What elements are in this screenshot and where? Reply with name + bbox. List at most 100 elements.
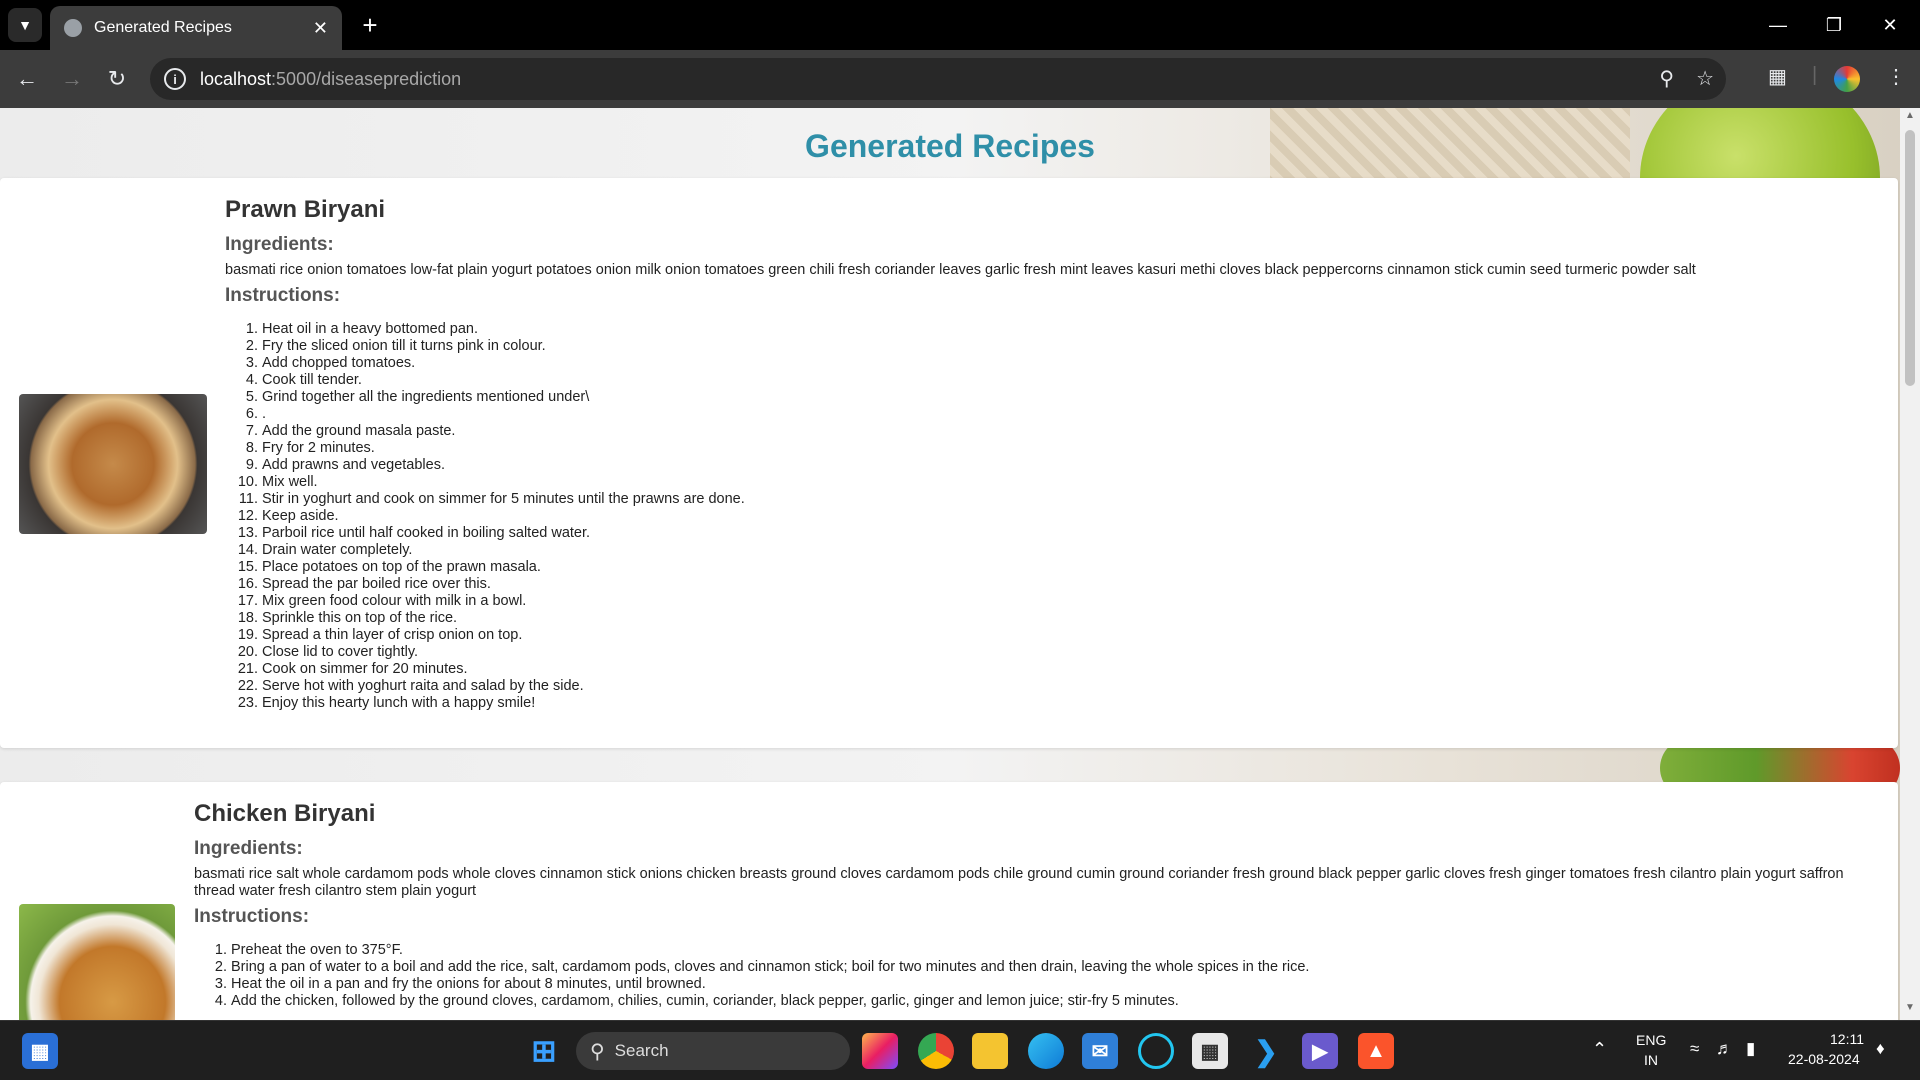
instruction-step: Enjoy this hearty lunch with a happy smi…: [262, 695, 1858, 712]
recipe-card: Prawn Biryani Ingredients: basmati rice …: [0, 178, 1898, 748]
page-scrollbar[interactable]: ▲ ▼: [1900, 108, 1920, 1020]
recipe-name: Prawn Biryani: [225, 196, 386, 223]
url-host: localhost: [200, 68, 272, 89]
more-menu-icon[interactable]: ⋮: [1886, 64, 1906, 89]
scrollbar-thumb[interactable]: [1905, 130, 1915, 386]
restore-button[interactable]: ❐: [1806, 0, 1862, 50]
wifi-icon[interactable]: ≈: [1690, 1039, 1699, 1059]
instruction-step: Spread the par boiled rice over this.: [262, 576, 1858, 593]
instruction-step: Serve hot with yoghurt raita and salad b…: [262, 678, 1858, 695]
ingredients-text: basmati rice onion tomatoes low-fat plai…: [225, 262, 1696, 278]
instruction-step: Place potatoes on top of the prawn masal…: [262, 559, 1858, 576]
instruction-step: Cook till tender.: [262, 372, 1858, 389]
instruction-step: Heat the oil in a pan and fry the onions…: [231, 976, 1858, 993]
zoom-icon[interactable]: ⚲: [1659, 66, 1674, 91]
store-icon[interactable]: ▦: [1192, 1033, 1228, 1069]
recipe-image: [19, 904, 175, 1020]
vscode-icon[interactable]: ❯: [1248, 1033, 1284, 1069]
copilot-icon[interactable]: [862, 1033, 898, 1069]
arrow-left-icon: ←: [16, 66, 38, 91]
globe-icon: [64, 19, 82, 37]
recipe-card: Chicken Biryani Ingredients: basmati ric…: [0, 782, 1898, 1020]
active-tab[interactable]: Generated Recipes ✕: [50, 6, 342, 50]
page-title: Generated Recipes: [805, 128, 1095, 164]
instruction-step: Add prawns and vegetables.: [262, 457, 1858, 474]
search-icon: ⚲: [590, 1040, 605, 1063]
clock-date[interactable]: 22-08-2024: [1788, 1051, 1860, 1067]
new-tab-button[interactable]: +: [354, 10, 386, 42]
instructions-heading: Instructions:: [194, 906, 310, 927]
notification-bell-icon[interactable]: ♦: [1876, 1039, 1885, 1059]
chevron-down-icon: ▼: [18, 17, 32, 33]
instruction-step: Cook on simmer for 20 minutes.: [262, 661, 1858, 678]
instruction-step: Add chopped tomatoes.: [262, 355, 1858, 372]
start-icon[interactable]: ⊞: [526, 1033, 562, 1069]
recipe-name: Chicken Biryani: [194, 800, 376, 827]
scroll-down-icon[interactable]: ▼: [1900, 1002, 1920, 1018]
instruction-step: Mix green food colour with milk in a bow…: [262, 593, 1858, 610]
browser-toolbar: ← → ↻ i localhost:5000/diseaseprediction…: [0, 50, 1920, 108]
url-path: :5000/diseaseprediction: [271, 68, 462, 89]
profile-avatar[interactable]: [1834, 66, 1860, 92]
power-automate-icon[interactable]: ▶: [1302, 1033, 1338, 1069]
cortana-icon[interactable]: [1138, 1033, 1174, 1069]
clock-time[interactable]: 12:11: [1830, 1031, 1864, 1047]
forward-button[interactable]: →: [55, 62, 89, 96]
instructions-heading: Instructions:: [225, 285, 341, 306]
address-bar[interactable]: i localhost:5000/diseaseprediction ⚲ ☆: [150, 58, 1726, 100]
scroll-up-icon[interactable]: ▲: [1900, 110, 1920, 126]
close-window-button[interactable]: ✕: [1862, 0, 1918, 50]
browser-tab-strip: ▼ Generated Recipes ✕ + — ❐ ✕: [0, 0, 1920, 50]
language-line1[interactable]: ENG: [1636, 1032, 1666, 1048]
instruction-step: Mix well.: [262, 474, 1858, 491]
instruction-step: Sprinkle this on top of the rice.: [262, 610, 1858, 627]
instruction-step: Keep aside.: [262, 508, 1858, 525]
site-info-icon[interactable]: i: [164, 68, 186, 90]
instruction-step: Fry for 2 minutes.: [262, 440, 1858, 457]
mail-icon[interactable]: ✉: [1082, 1033, 1118, 1069]
instruction-step: Stir in yoghurt and cook on simmer for 5…: [262, 491, 1858, 508]
edge-icon[interactable]: [1028, 1033, 1064, 1069]
instruction-step: Add the chicken, followed by the ground …: [231, 993, 1858, 1010]
instructions-list: Heat oil in a heavy bottomed pan. Fry th…: [225, 321, 1858, 712]
file-explorer-icon[interactable]: [972, 1033, 1008, 1069]
chevron-up-icon[interactable]: ⌃: [1592, 1039, 1607, 1060]
taskbar-search[interactable]: ⚲ Search: [576, 1032, 850, 1070]
extensions-icon[interactable]: ▦: [1768, 64, 1787, 89]
volume-icon[interactable]: ♬: [1716, 1039, 1733, 1059]
language-line2[interactable]: IN: [1644, 1052, 1658, 1068]
instruction-step: Heat oil in a heavy bottomed pan.: [262, 321, 1858, 338]
instruction-step: Bring a pan of water to a boil and add t…: [231, 959, 1858, 976]
windows-taskbar: ▦ ⊞ ⚲ Search ✉ ▦ ❯ ▶ ▲ ⌃ ENG IN ≈ ♬ ▮ 12…: [0, 1020, 1920, 1080]
arrow-right-icon: →: [61, 66, 83, 91]
toolbar-divider: |: [1812, 64, 1818, 86]
tab-search-button[interactable]: ▼: [8, 8, 42, 42]
recipe-image: [19, 394, 207, 534]
instruction-step: Parboil rice until half cooked in boilin…: [262, 525, 1858, 542]
reload-icon: ↻: [107, 66, 127, 91]
instruction-step: Close lid to cover tightly.: [262, 644, 1858, 661]
tab-title: Generated Recipes: [94, 19, 232, 36]
back-button[interactable]: ←: [10, 62, 44, 96]
instruction-step: Drain water completely.: [262, 542, 1858, 559]
widgets-icon[interactable]: ▦: [22, 1033, 58, 1069]
chrome-icon[interactable]: [918, 1033, 954, 1069]
instruction-step: Spread a thin layer of crisp onion on to…: [262, 627, 1858, 644]
page-viewport: Generated Recipes Prawn Biryani Ingredie…: [0, 108, 1920, 1020]
reload-button[interactable]: ↻: [100, 62, 134, 96]
battery-icon[interactable]: ▮: [1746, 1039, 1755, 1059]
bookmark-star-icon[interactable]: ☆: [1696, 66, 1714, 91]
taskbar-search-label: Search: [614, 1041, 669, 1060]
brave-icon[interactable]: ▲: [1358, 1033, 1394, 1069]
instruction-step: Add the ground masala paste.: [262, 423, 1858, 440]
ingredients-heading: Ingredients:: [225, 234, 334, 255]
ingredients-heading: Ingredients:: [194, 838, 303, 859]
close-tab-icon[interactable]: ✕: [313, 18, 328, 39]
instruction-step: Preheat the oven to 375°F.: [231, 942, 1858, 959]
ingredients-text: basmati rice salt whole cardamom pods wh…: [194, 866, 1844, 899]
instruction-step: Fry the sliced onion till it turns pink …: [262, 338, 1858, 355]
instructions-list: Preheat the oven to 375°F. Bring a pan o…: [194, 942, 1858, 1010]
instruction-step: .: [262, 406, 1858, 423]
minimize-button[interactable]: —: [1750, 0, 1806, 50]
instruction-step: Grind together all the ingredients menti…: [262, 389, 1858, 406]
